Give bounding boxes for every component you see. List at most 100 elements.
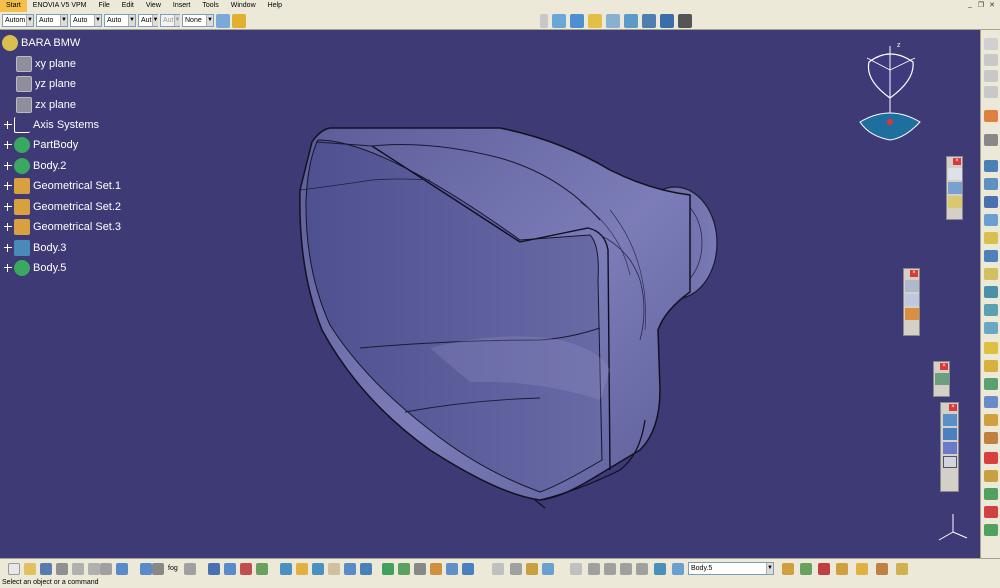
point-icon[interactable]: [947, 168, 962, 180]
section-icon[interactable]: [542, 563, 554, 575]
scroll-up-icon[interactable]: [984, 54, 998, 66]
workbench-icon[interactable]: [636, 563, 648, 575]
tree-item-zx-plane[interactable]: zx plane: [16, 96, 76, 114]
fly-mode-icon[interactable]: [208, 563, 220, 575]
close-icon[interactable]: ×: [910, 270, 918, 277]
mesh-icon[interactable]: [462, 563, 474, 575]
select-arrow-icon[interactable]: [984, 110, 998, 122]
undo-icon[interactable]: [116, 563, 128, 575]
apply-material-icon[interactable]: [984, 524, 998, 536]
sketch-icon[interactable]: [984, 134, 998, 146]
axis-icon[interactable]: [942, 414, 957, 426]
close-icon[interactable]: ×: [940, 363, 948, 370]
join-icon[interactable]: [624, 14, 638, 28]
current-body-combo[interactable]: Body.5 ▼: [688, 562, 774, 575]
zoom-out-icon[interactable]: [296, 563, 308, 575]
line-icon[interactable]: [947, 182, 962, 194]
shape-icon[interactable]: [642, 14, 656, 28]
tree-item-yz-plane[interactable]: yz plane: [16, 75, 76, 93]
redo-icon[interactable]: [140, 563, 152, 575]
print-icon[interactable]: [56, 563, 68, 575]
search-icon[interactable]: [184, 563, 196, 575]
menu-edit[interactable]: Edit: [116, 0, 140, 12]
workbench-icon[interactable]: [588, 563, 600, 575]
expand-icon[interactable]: [4, 244, 12, 252]
open-icon[interactable]: [24, 563, 36, 575]
blend-icon[interactable]: [984, 250, 998, 262]
sweep-icon[interactable]: [984, 196, 998, 208]
linetype-combo[interactable]: Auto ▼: [70, 14, 102, 27]
extrude-icon[interactable]: [984, 160, 998, 172]
hide-show-icon[interactable]: [360, 563, 372, 575]
tree-item-geometrical-set-3[interactable]: Geometrical Set.3: [4, 218, 121, 236]
layer-combo[interactable]: None ▼: [182, 14, 214, 27]
shading-icon[interactable]: [344, 563, 356, 575]
trim-icon[interactable]: [984, 304, 998, 316]
boundary-icon[interactable]: [984, 342, 998, 354]
close-icon[interactable]: ×: [949, 404, 957, 411]
add-icon[interactable]: [836, 563, 848, 575]
tree-root[interactable]: BARA BMW: [2, 34, 80, 52]
close-icon[interactable]: ×: [953, 158, 961, 165]
compass-tool-icon[interactable]: [526, 563, 538, 575]
union-trim-icon[interactable]: [896, 563, 908, 575]
expand-icon[interactable]: [4, 182, 12, 190]
menu-window[interactable]: Window: [225, 0, 262, 12]
knowledge-icon[interactable]: [510, 563, 522, 575]
assemble-icon[interactable]: [818, 563, 830, 575]
fill-icon[interactable]: [984, 214, 998, 226]
expand-icon[interactable]: [4, 141, 12, 149]
curvature-icon[interactable]: [984, 488, 998, 500]
offset-icon[interactable]: [984, 268, 998, 280]
save-icon[interactable]: [40, 563, 52, 575]
expand-icon[interactable]: [4, 162, 12, 170]
collapse-icon[interactable]: [984, 86, 998, 98]
tree-item-body-5[interactable]: Body.5: [4, 259, 66, 277]
menu-help[interactable]: Help: [262, 0, 288, 12]
painter-icon[interactable]: [216, 13, 230, 28]
workbench-icon[interactable]: [604, 563, 616, 575]
lights-icon[interactable]: [430, 563, 442, 575]
minimize-icon[interactable]: _: [966, 1, 974, 9]
view-mode-icon[interactable]: [446, 563, 458, 575]
fit-all-icon[interactable]: [224, 563, 236, 575]
rotate-icon[interactable]: [552, 14, 566, 28]
rotate-view-icon[interactable]: [256, 563, 268, 575]
analysis-icon[interactable]: [660, 14, 674, 28]
workbench-icon[interactable]: [570, 563, 582, 575]
tree-item-axis-systems[interactable]: Axis Systems: [4, 116, 99, 134]
intersect-icon[interactable]: [876, 563, 888, 575]
text-icon[interactable]: [904, 280, 919, 292]
flag-icon[interactable]: [904, 294, 919, 306]
normal-view-icon[interactable]: [312, 563, 324, 575]
expand-icon[interactable]: [4, 121, 12, 129]
whats-this-icon[interactable]: [152, 563, 164, 575]
sketch-icon[interactable]: [904, 308, 919, 320]
scan-icon[interactable]: [942, 428, 957, 440]
swap-space-icon[interactable]: [382, 563, 394, 575]
insert-body-icon[interactable]: [782, 563, 794, 575]
copy-icon[interactable]: [88, 563, 100, 575]
menu-enovia[interactable]: ENOVIA V5 VPM: [27, 0, 93, 12]
tree-item-partbody[interactable]: PartBody: [4, 136, 78, 154]
rotate-icon[interactable]: [984, 396, 998, 408]
extract-icon[interactable]: [984, 360, 998, 372]
paste-icon[interactable]: [100, 563, 112, 575]
extract-icon[interactable]: [606, 14, 620, 28]
render-icon[interactable]: [398, 563, 410, 575]
tree-item-body-3[interactable]: Body.3: [4, 239, 66, 257]
tree-item-xy-plane[interactable]: xy plane: [16, 55, 76, 73]
menu-view[interactable]: View: [140, 0, 167, 12]
draft-analysis-icon[interactable]: [984, 470, 998, 482]
translate-icon[interactable]: [984, 378, 998, 390]
plane-icon[interactable]: [947, 196, 962, 208]
multi-section-icon[interactable]: [984, 232, 998, 244]
part-geometry[interactable]: [0, 30, 980, 558]
workbench-icon[interactable]: [654, 563, 666, 575]
menu-file[interactable]: File: [92, 0, 115, 12]
close-icon[interactable]: ✕: [988, 1, 996, 9]
menu-start[interactable]: Start: [0, 0, 27, 12]
workbench-icon[interactable]: [620, 563, 632, 575]
curve-icon[interactable]: [570, 14, 584, 28]
transparency-combo[interactable]: Auto ▼: [36, 14, 68, 27]
